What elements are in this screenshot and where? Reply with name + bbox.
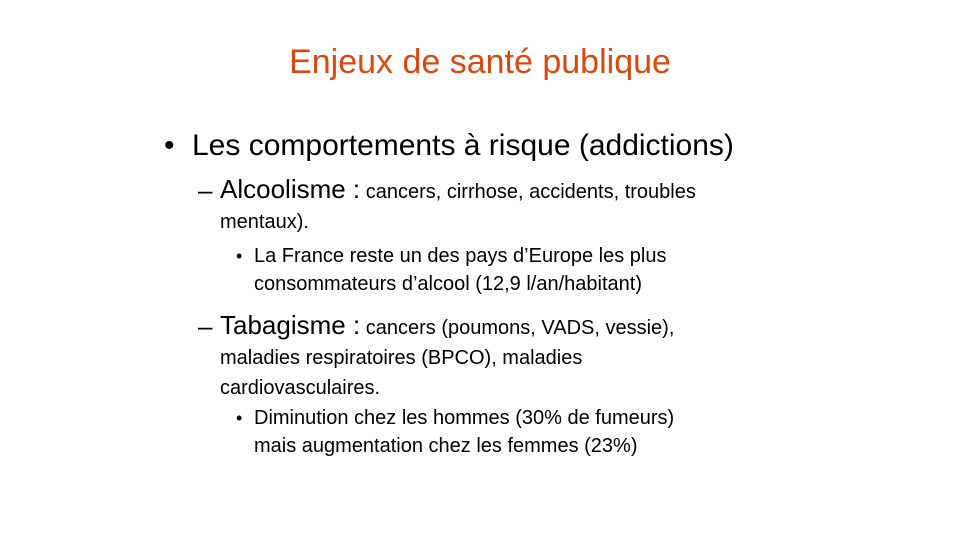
item-tabagisme-line3: cardiovasculaires.: [220, 377, 381, 399]
item-alcoolisme-line2: mentaux).: [220, 211, 309, 233]
sub-tabagisme-text: Diminution chez les hommes (30% de fumeu…: [254, 404, 794, 460]
item-alcoolisme-lead: Alcoolisme :: [220, 174, 361, 204]
bullet-icon: •: [236, 246, 243, 266]
dash-icon: –: [198, 175, 213, 205]
slide-title: Enjeux de santé publique: [289, 43, 671, 81]
item-alcoolisme-body: Alcoolisme : cancers, cirrhose, accident…: [220, 174, 790, 237]
item-tabagisme-body: Tabagisme : cancers (poumons, VADS, vess…: [220, 310, 790, 403]
item-tabagisme-line2: maladies respiratoires (BPCO), maladies: [220, 347, 583, 369]
item-tabagisme-line1: cancers (poumons, VADS, vessie),: [360, 317, 675, 339]
item-alcoolisme-line1: cancers, cirrhose, accidents, troubles: [360, 181, 696, 203]
bullet-icon: •: [236, 408, 243, 428]
slide: Enjeux de santé publique • Les comportem…: [0, 0, 960, 540]
sub-tabagisme-line2: mais augmentation chez les femmes (23%): [254, 435, 638, 457]
bullet-icon: •: [164, 129, 175, 162]
sub-alcoolisme-text: La France reste un des pays d’Europe les…: [254, 242, 794, 298]
dash-icon: –: [198, 311, 213, 341]
bullet-level1-text: Les comportements à risque (addictions): [192, 129, 734, 162]
sub-tabagisme-line1: Diminution chez les hommes (30% de fumeu…: [254, 407, 675, 429]
sub-alcoolisme-line1: La France reste un des pays d’Europe les…: [254, 245, 667, 267]
item-tabagisme-lead: Tabagisme :: [220, 310, 361, 340]
sub-alcoolisme-line2: consommateurs d’alcool (12,9 l/an/habita…: [254, 273, 642, 295]
